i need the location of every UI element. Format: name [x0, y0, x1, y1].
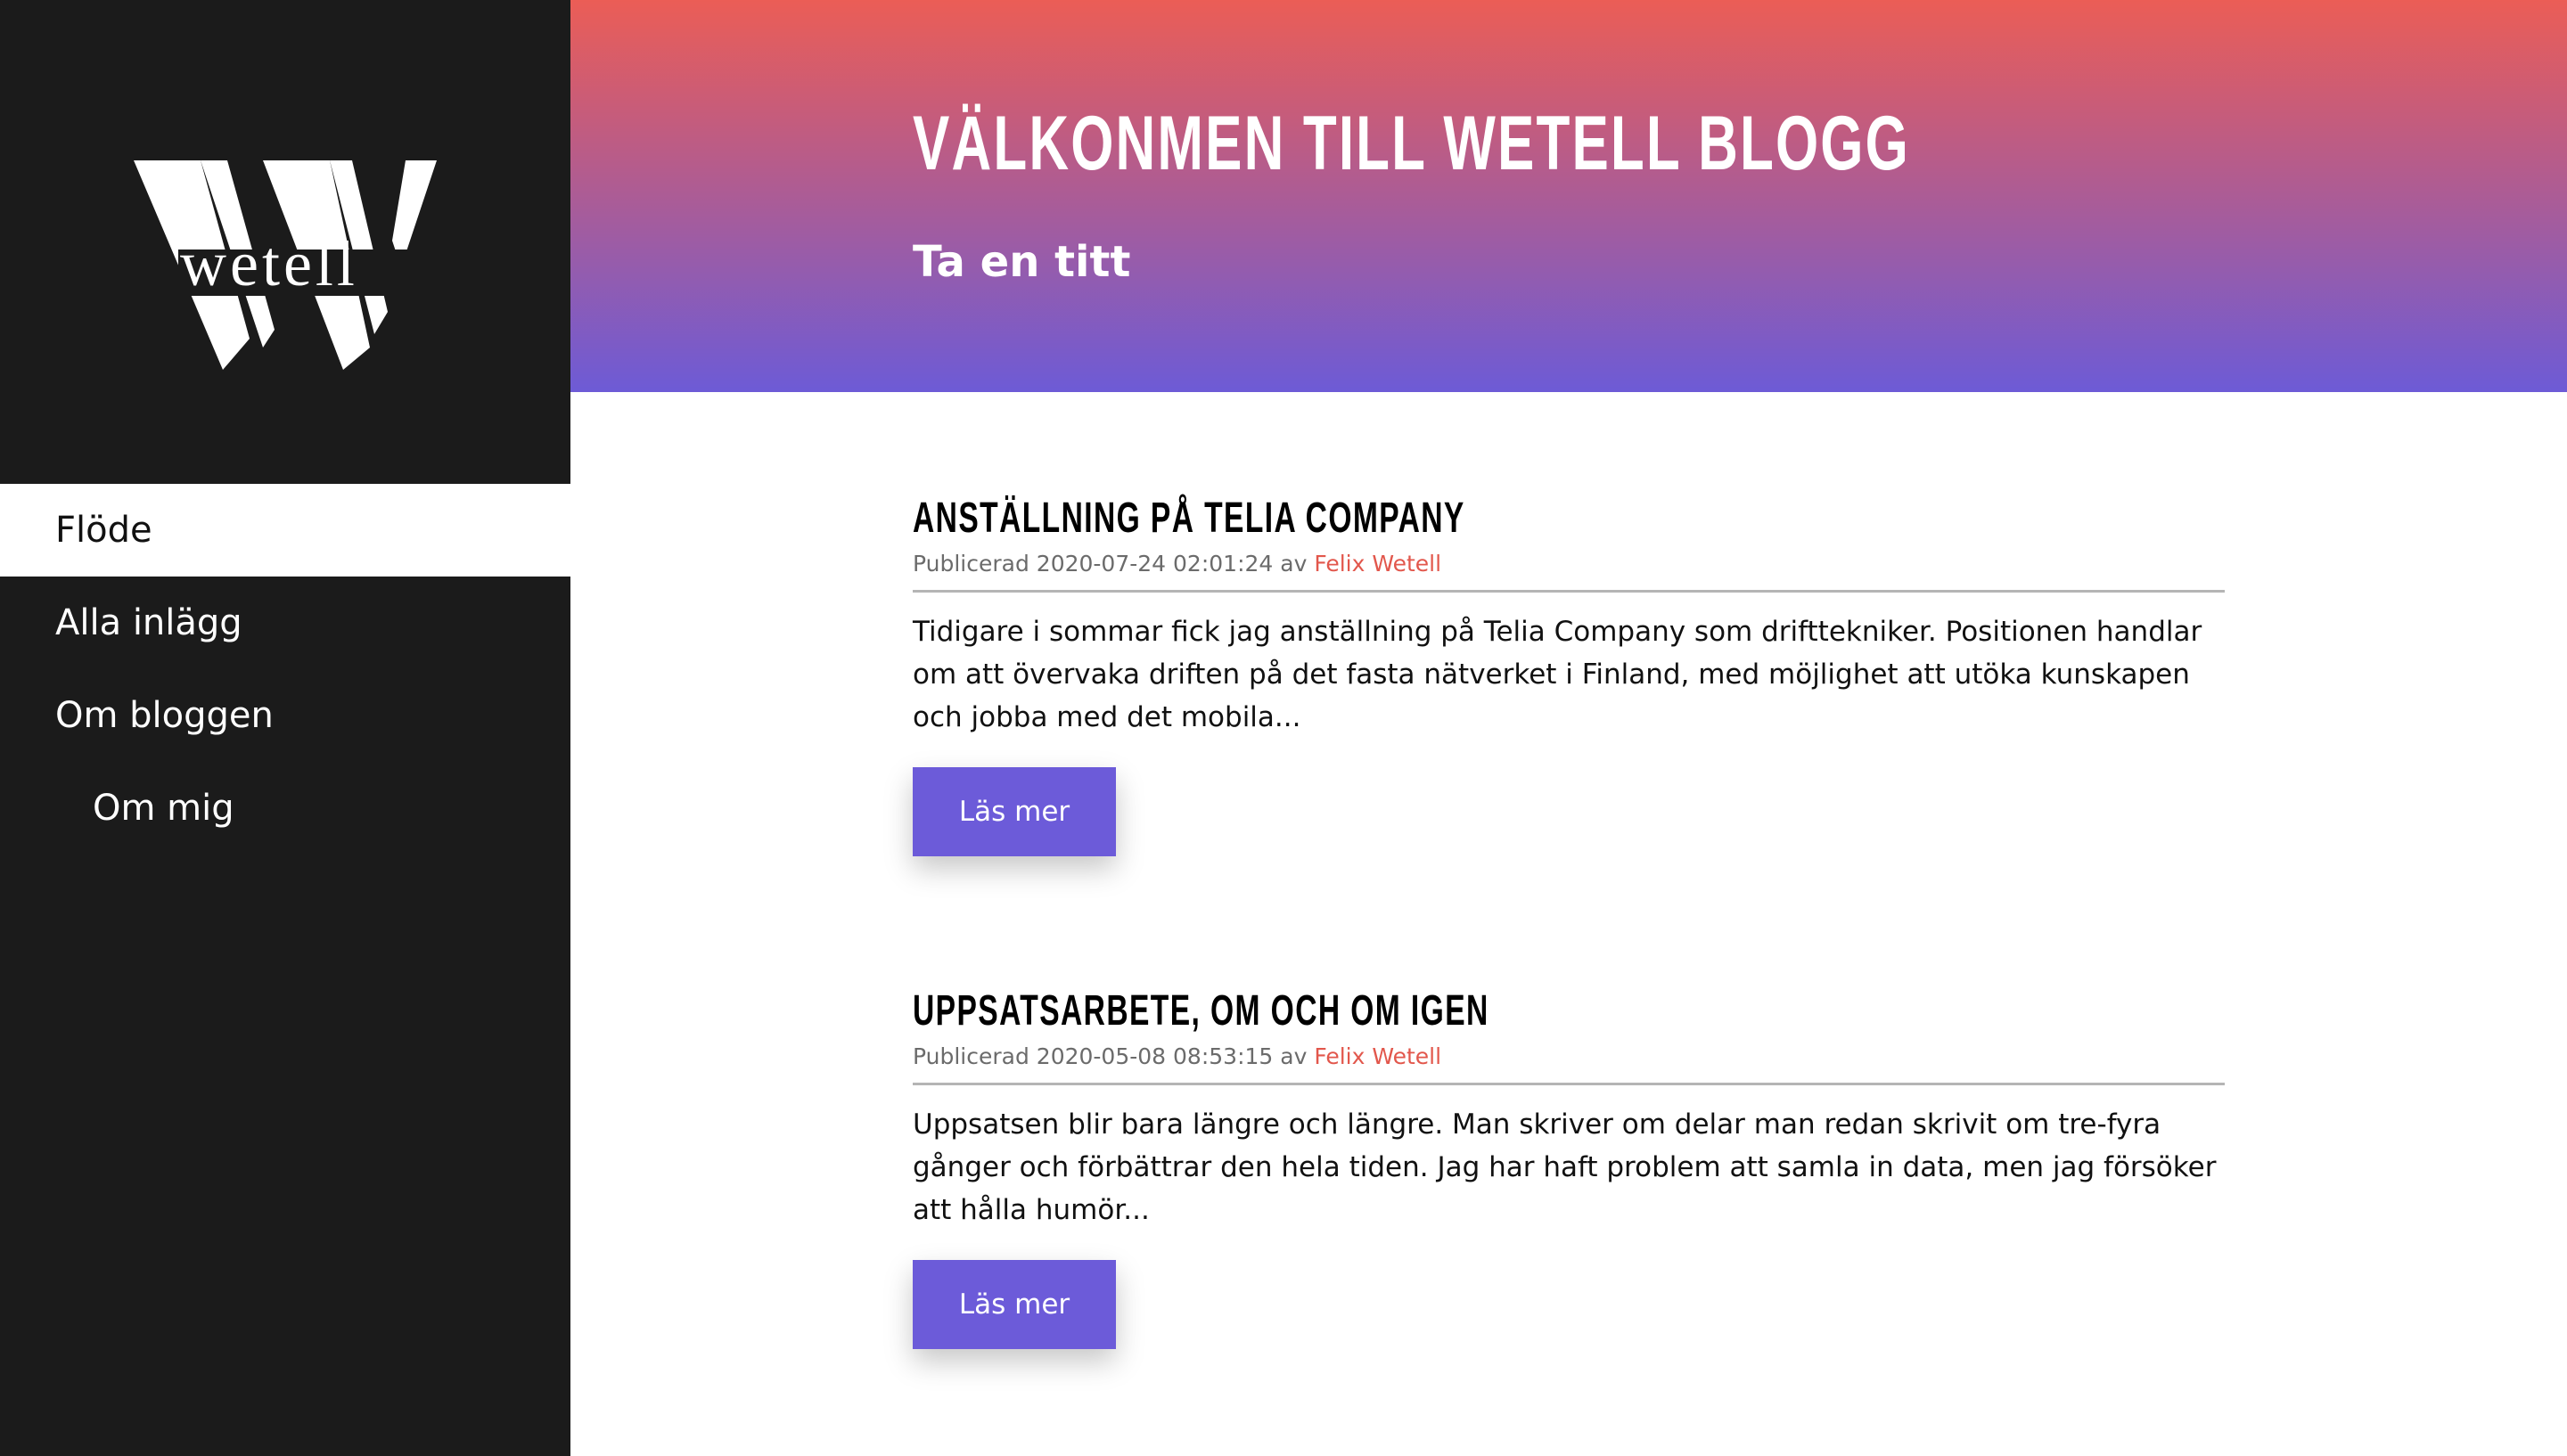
logo-wordmark: wetell [180, 228, 358, 299]
hero-banner: VÄLKONMEN TILL WETELL BLOGG Ta en titt [570, 0, 2567, 392]
post-card: ANSTÄLLNING PÅ TELIA COMPANY Publicerad … [913, 497, 2225, 856]
post-excerpt: Tidigare i sommar fick jag anställning p… [913, 616, 2202, 733]
sidebar: wetell Flöde Alla inlägg Om bloggen Om m… [0, 0, 570, 1456]
page-title: VÄLKONMEN TILL WETELL BLOGG [913, 101, 1910, 186]
sidebar-item-alla-inlagg[interactable]: Alla inlägg [0, 577, 570, 669]
sidebar-item-om-bloggen[interactable]: Om bloggen [0, 669, 570, 762]
sidebar-item-label: Om mig [93, 788, 234, 829]
post-date: Publicerad 2020-05-08 08:53:15 av [913, 1043, 1308, 1069]
sidebar-item-label: Flöde [55, 510, 152, 551]
sidebar-item-label: Om bloggen [55, 695, 274, 736]
post-feed: ANSTÄLLNING PÅ TELIA COMPANY Publicerad … [913, 392, 2225, 1349]
post-title[interactable]: UPPSATSARBETE, OM OCH OM IGEN [913, 990, 1831, 1033]
post-meta: Publicerad 2020-07-24 02:01:24 av Felix … [913, 551, 2225, 593]
read-more-button[interactable]: Läs mer [913, 767, 1116, 856]
wetell-logo[interactable]: wetell [116, 143, 455, 401]
sidebar-item-label: Alla inlägg [55, 602, 242, 643]
author-link[interactable]: Felix Wetell [1314, 1043, 1441, 1069]
sidebar-item-om-mig[interactable]: Om mig [0, 762, 570, 855]
post-excerpt: Uppsatsen blir bara längre och längre. M… [913, 1108, 2217, 1226]
post-date: Publicerad 2020-07-24 02:01:24 av [913, 551, 1308, 577]
sidebar-nav: Flöde Alla inlägg Om bloggen Om mig [0, 484, 570, 855]
page-subtitle: Ta en titt [913, 237, 1131, 287]
sidebar-item-flode[interactable]: Flöde [0, 484, 570, 577]
post-meta: Publicerad 2020-05-08 08:53:15 av Felix … [913, 1043, 2225, 1085]
author-link[interactable]: Felix Wetell [1314, 551, 1441, 577]
post-card: UPPSATSARBETE, OM OCH OM IGEN Publicerad… [913, 990, 2225, 1349]
logo-icon: wetell [134, 160, 437, 370]
read-more-button[interactable]: Läs mer [913, 1260, 1116, 1349]
post-title[interactable]: ANSTÄLLNING PÅ TELIA COMPANY [913, 497, 1831, 540]
